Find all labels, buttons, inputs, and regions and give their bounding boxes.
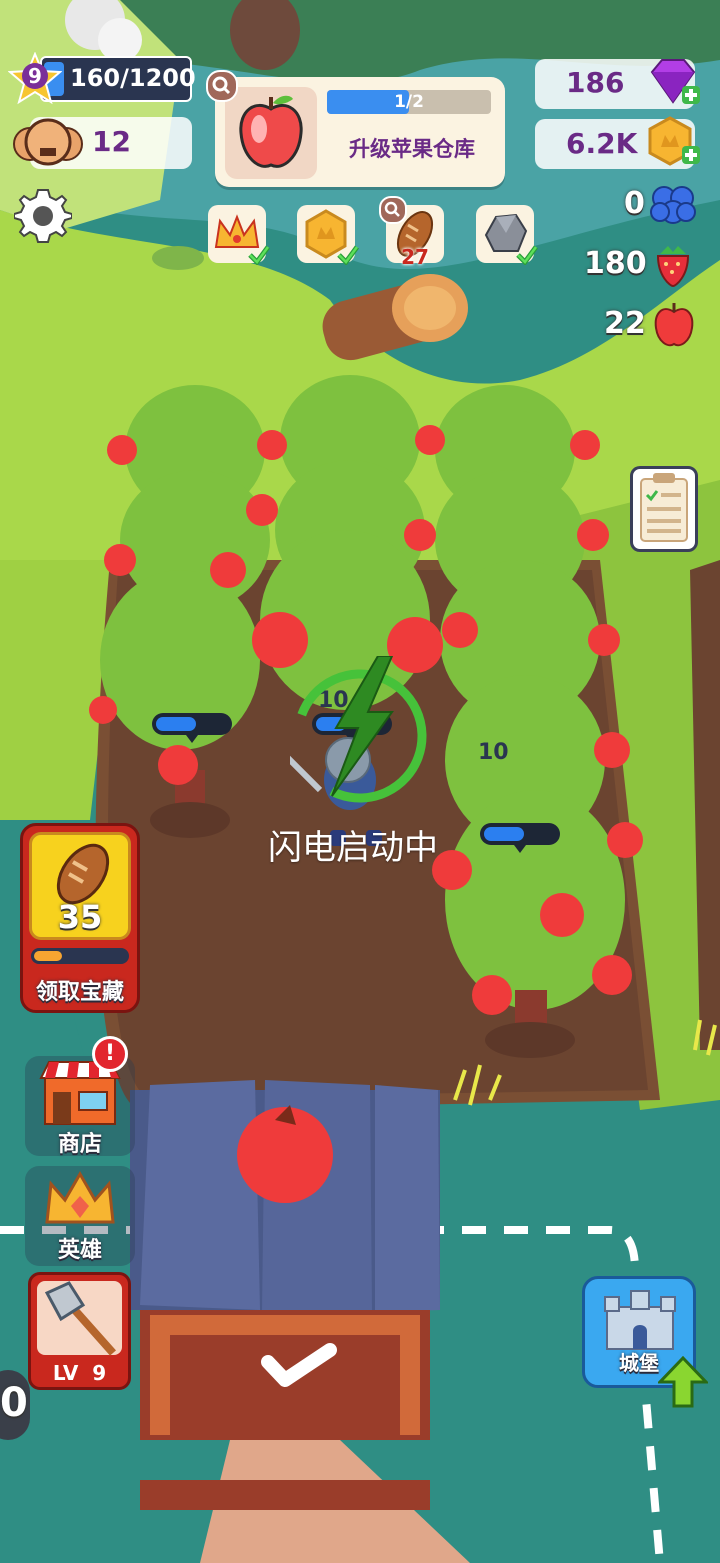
task-crown[interactable] — [208, 205, 270, 265]
check-icon — [516, 245, 538, 265]
level-number: 9 — [22, 63, 48, 89]
apple-warehouse — [130, 1080, 470, 1563]
left-edge-counter: 0 — [0, 1370, 30, 1440]
blueberry-icon — [648, 180, 698, 228]
check-icon — [248, 245, 270, 265]
coin-icon — [648, 116, 700, 166]
level-star[interactable]: 9 — [7, 51, 63, 106]
bread-search-icon[interactable] — [379, 196, 407, 224]
left-edge-digit: 0 — [0, 1380, 28, 1426]
treasure-label: 领取宝藏 — [35, 980, 124, 1005]
quest-progress-text: 1/2 — [394, 92, 424, 112]
treasure-progress-bar — [31, 948, 129, 964]
xp-text: 160/1200 — [70, 64, 196, 92]
task-list-button[interactable] — [630, 466, 698, 552]
quest-panel[interactable]: 1/2 升级苹果仓库 — [215, 77, 505, 187]
coin-add-button[interactable] — [644, 114, 702, 170]
crown-icon — [45, 1170, 115, 1224]
clipboard-icon — [640, 473, 688, 542]
quest-image-frame — [225, 87, 317, 179]
shop-label: 商店 — [57, 1132, 102, 1157]
gem-add-button[interactable] — [644, 56, 702, 108]
quest-title: 升级苹果仓库 — [349, 137, 475, 161]
treasure-progress-fill — [34, 951, 62, 961]
tree-label: 10 — [478, 740, 509, 765]
treasure-count: 35 — [57, 898, 103, 936]
strawberries-count: 180 — [584, 246, 647, 281]
hero-button[interactable]: 英雄 — [25, 1166, 135, 1266]
castle-icon — [604, 1290, 676, 1350]
strawberry-icon — [650, 240, 696, 288]
claim-treasure-button[interactable]: 35 领取宝藏 — [20, 823, 140, 1013]
gear-icon — [13, 189, 73, 243]
weapon-upgrade-button[interactable]: LV 9 — [28, 1272, 131, 1390]
tree-progress-bar — [480, 823, 560, 853]
quest-progress-bar: 1/2 — [327, 90, 491, 114]
tree-progress-bar — [152, 713, 232, 743]
settings-button[interactable] — [13, 186, 73, 244]
gems-count: 186 — [566, 66, 625, 99]
check-icon — [337, 245, 359, 265]
shop-button[interactable]: 商店 — [25, 1056, 135, 1157]
lightning-boost-icon — [292, 655, 432, 806]
apple-icon — [239, 95, 303, 168]
workers-icon — [10, 112, 86, 172]
task-stone[interactable] — [476, 205, 538, 265]
axe-icon — [44, 1281, 116, 1356]
quest-search-icon[interactable] — [206, 70, 238, 102]
bread-task-count: 27 — [401, 245, 429, 269]
xp-bar: 160/1200 — [40, 56, 196, 102]
hero-label: 英雄 — [57, 1238, 102, 1263]
gem-icon — [650, 59, 700, 104]
apple-resource-icon — [652, 300, 696, 348]
apples-count: 22 — [604, 306, 646, 341]
lightning-status-text: 闪电启动中 — [268, 828, 438, 868]
coins-count: 6.2K — [566, 127, 638, 160]
workers-count: 12 — [92, 125, 131, 158]
upgrade-arrow-icon — [656, 1355, 710, 1408]
berries-count: 0 — [624, 186, 645, 221]
task-coin[interactable] — [297, 205, 359, 265]
weapon-level: LV 9 — [52, 1361, 107, 1385]
shop-alert-badge: ! — [92, 1036, 128, 1072]
